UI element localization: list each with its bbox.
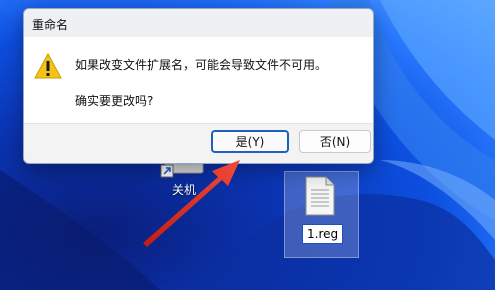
- red-annotation-arrow-icon: [143, 160, 240, 247]
